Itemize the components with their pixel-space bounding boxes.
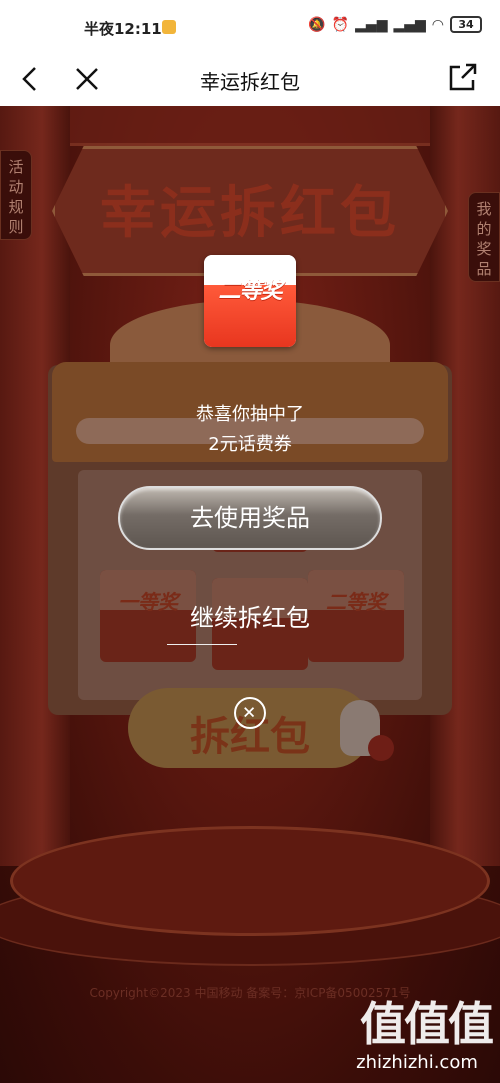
wifi-icon: ◠ <box>431 16 444 33</box>
nav-bar: 幸运拆红包 <box>0 54 500 106</box>
my-prizes-tab[interactable]: 我的奖品 <box>468 192 500 282</box>
prize-card: 二等奖 <box>204 255 296 347</box>
my-prizes-tab-label: 我的奖品 <box>476 200 492 278</box>
rules-tab[interactable]: 活动规则 <box>0 150 32 240</box>
mute-icon: 🔕 <box>308 16 326 33</box>
prize-label: 二等奖 <box>218 279 282 304</box>
watermark-domain: zhizhizhi.com <box>356 1052 478 1073</box>
use-prize-button[interactable]: 去使用奖品 <box>118 486 382 550</box>
notification-icon <box>162 20 176 34</box>
site-watermark: 值值值 zhizhizhi.com <box>342 997 494 1078</box>
banner-title: 幸运拆红包 <box>100 181 400 246</box>
close-modal-icon[interactable] <box>234 697 266 729</box>
hand-cuff <box>368 735 394 761</box>
page-title: 幸运拆红包 <box>200 70 300 94</box>
battery-icon: 34 <box>450 16 482 33</box>
status-icons: 🔕 ⏰ ▂▄▆ ▂▄▆ ◠ 34 <box>308 16 482 33</box>
watermark-brand: 值值值 <box>360 997 494 1051</box>
stage-arch <box>70 106 430 146</box>
signal-icon: ▂▄▆ <box>355 16 388 33</box>
activity-scene: 幸运拆红包 一等奖 二等奖 拆红包 <box>0 106 500 1083</box>
status-time: 半夜12:11 <box>84 20 162 38</box>
status-bar: 半夜12:11 🔕 ⏰ ▂▄▆ ▂▄▆ ◠ 34 <box>0 0 500 54</box>
share-icon[interactable] <box>448 62 478 92</box>
signal-icon-2: ▂▄▆ <box>393 16 426 33</box>
continue-button[interactable]: 继续拆红包 <box>0 598 500 633</box>
stage-platform <box>10 826 490 936</box>
prize-description: 2元话费券 <box>208 434 292 455</box>
alarm-icon: ⏰ <box>331 16 350 33</box>
rules-tab-label: 活动规则 <box>8 158 24 236</box>
congrats-text: 恭喜你抽中了 <box>196 404 304 425</box>
continue-underline <box>167 644 237 645</box>
